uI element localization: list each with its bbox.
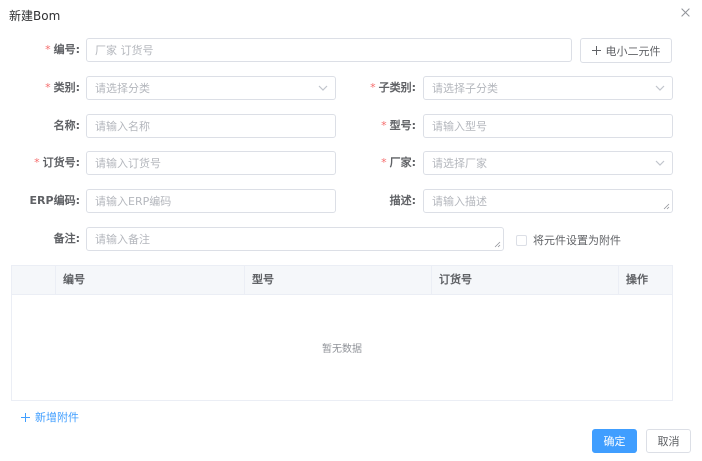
zileibie-label-text: 子类别:: [378, 81, 416, 94]
zileibie-select[interactable]: [423, 76, 673, 100]
changjia-label: * 厂家:: [350, 152, 416, 174]
confirm-button[interactable]: 确定: [592, 429, 637, 453]
dinghuohao-label-text: 订货号:: [42, 156, 80, 169]
required-mark: *: [381, 156, 387, 169]
electronic-button-label: 电小二元件: [605, 44, 661, 58]
plus-icon: [21, 412, 30, 422]
resize-grip-icon[interactable]: [494, 241, 501, 248]
zileibie-label: * 子类别:: [350, 77, 416, 99]
column-header-xinghao: 型号: [244, 266, 431, 294]
empty-text: 暂无数据: [322, 344, 362, 355]
erp-label: ERP编码:: [29, 194, 80, 207]
miaoshu-input[interactable]: [424, 190, 672, 212]
erp-input[interactable]: [87, 190, 335, 212]
chevron-down-icon: [318, 85, 328, 91]
bom-table: 编号 型号 订货号 操作 暂无数据: [11, 265, 673, 401]
bianhao-label-text: 编号:: [53, 43, 80, 56]
close-icon[interactable]: [679, 6, 693, 20]
dinghuohao-input[interactable]: [87, 152, 335, 174]
changjia-label-text: 厂家:: [389, 156, 416, 169]
chevron-down-icon: [655, 85, 665, 91]
mingcheng-input[interactable]: [87, 115, 335, 137]
new-bom-dialog: 新建Bom *编号: 电小二元件 *类别: *子类别: 名称: *型号: *订货…: [0, 0, 702, 461]
bianhao-field[interactable]: [86, 38, 572, 62]
xinghao-input[interactable]: [424, 115, 672, 137]
column-header-bianhao: 编号: [55, 266, 244, 294]
column-header-dinghuohao: 订货号: [431, 266, 618, 294]
mingcheng-field[interactable]: [86, 114, 336, 138]
dialog-title: 新建Bom: [9, 9, 61, 23]
checkbox-box[interactable]: [516, 234, 527, 246]
mingcheng-label: 名称:: [53, 119, 80, 132]
xinghao-label-text: 型号:: [389, 119, 416, 132]
changjia-select[interactable]: [423, 151, 673, 175]
leibie-label: * 类别:: [20, 77, 80, 99]
table-header: 编号 型号 订货号 操作: [12, 266, 672, 295]
required-mark: *: [45, 81, 51, 94]
bianhao-input[interactable]: [87, 39, 571, 61]
dinghuohao-label: * 订货号:: [20, 152, 80, 174]
required-mark: *: [381, 119, 387, 132]
add-attachment-label: 新增附件: [35, 411, 79, 424]
changjia-input[interactable]: [424, 152, 672, 174]
dinghuohao-field[interactable]: [86, 151, 336, 175]
leibie-select[interactable]: [86, 76, 336, 100]
electronic-component-button[interactable]: 电小二元件: [580, 38, 672, 63]
miaoshu-textarea[interactable]: [423, 189, 673, 213]
erp-field[interactable]: [86, 189, 336, 213]
required-mark: *: [45, 43, 51, 56]
cancel-button[interactable]: 取消: [646, 429, 691, 453]
leibie-label-text: 类别:: [53, 81, 80, 94]
zileibie-input[interactable]: [424, 77, 672, 99]
chevron-down-icon: [655, 160, 665, 166]
add-attachment-link[interactable]: 新增附件: [21, 409, 79, 425]
bianhao-label: * 编号:: [20, 39, 80, 61]
resize-grip-icon[interactable]: [663, 203, 670, 210]
beizhu-label: 备注:: [53, 232, 80, 245]
plus-icon: [591, 46, 601, 55]
miaoshu-label: 描述:: [389, 194, 416, 207]
beizhu-textarea[interactable]: [86, 227, 504, 251]
xinghao-field[interactable]: [423, 114, 673, 138]
leibie-input[interactable]: [87, 77, 335, 99]
required-mark: *: [370, 81, 376, 94]
beizhu-input[interactable]: [87, 228, 503, 250]
xinghao-label: * 型号:: [350, 115, 416, 137]
attachment-checkbox-label: 将元件设置为附件: [533, 234, 621, 247]
column-header-caozuo: 操作: [618, 266, 673, 294]
attachment-checkbox[interactable]: 将元件设置为附件: [516, 232, 621, 248]
required-mark: *: [34, 156, 40, 169]
